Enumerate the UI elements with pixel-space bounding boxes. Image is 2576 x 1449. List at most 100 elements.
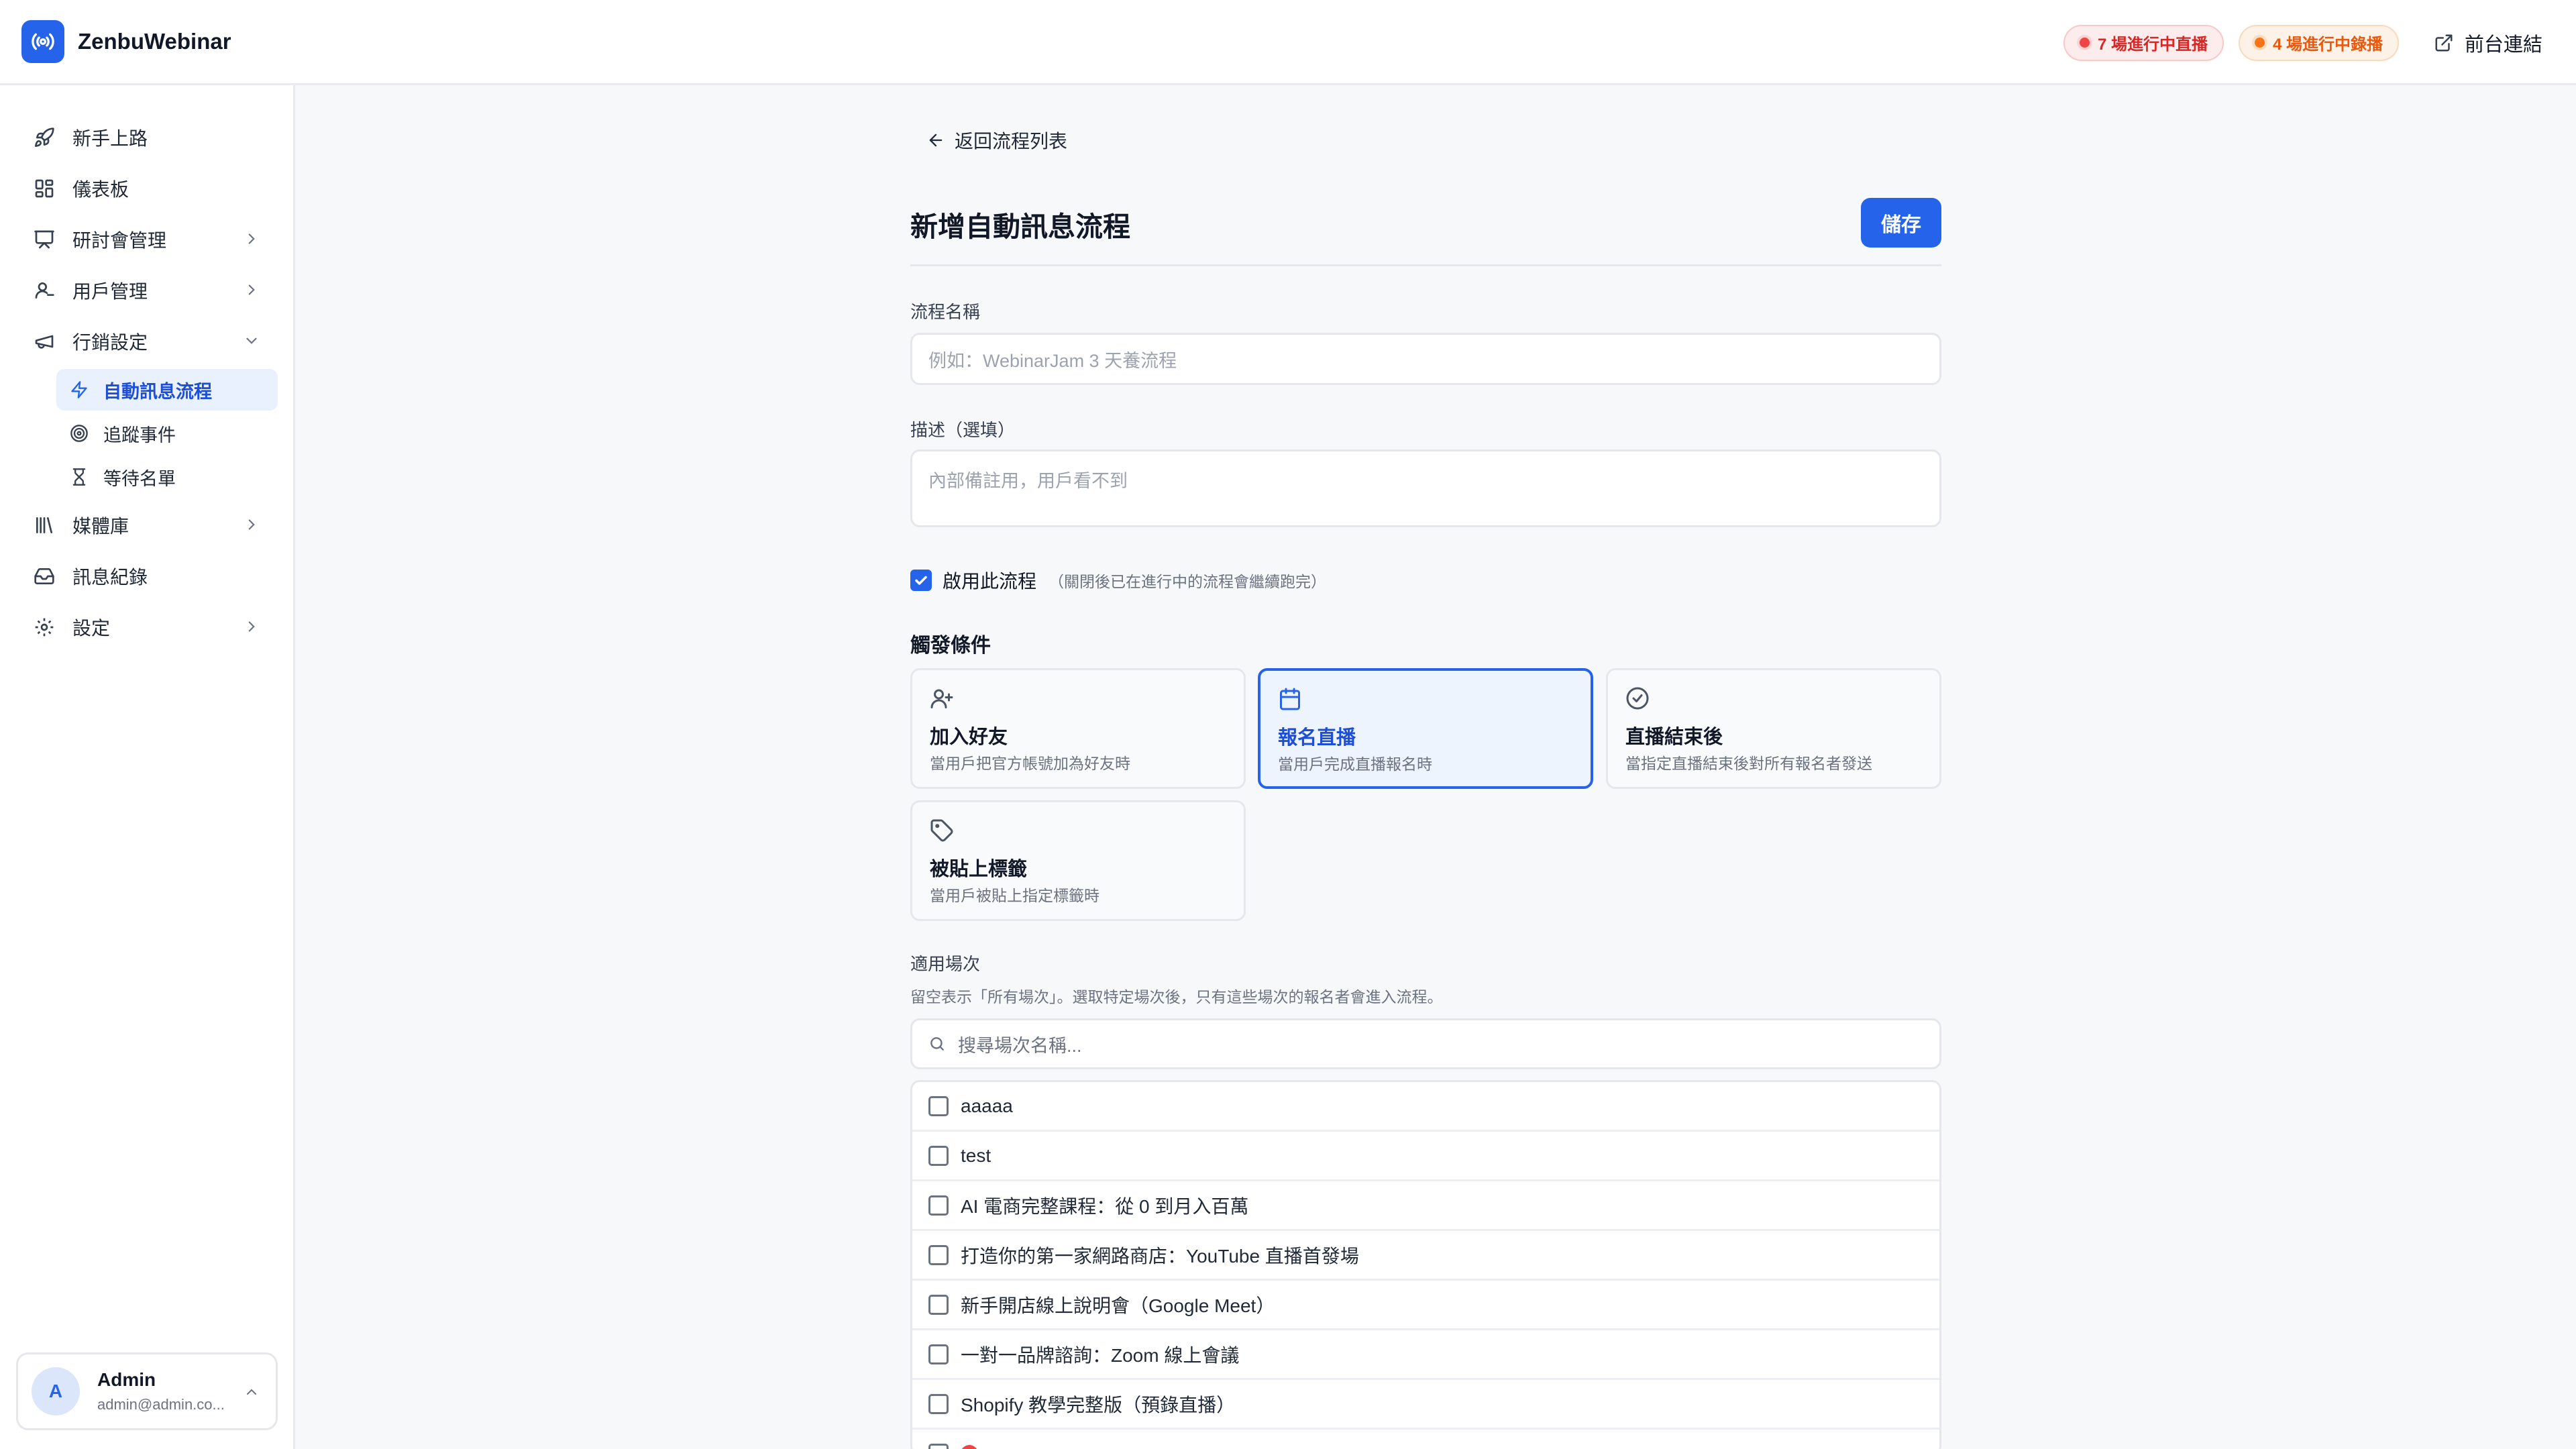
session-checkbox[interactable] — [928, 1344, 949, 1364]
session-row[interactable]: 打造你的第一家網路商店：YouTube 直播首發場 — [912, 1231, 1939, 1281]
trigger-desc: 當指定直播結束後對所有報名者發送 — [1625, 755, 1872, 772]
trigger-title: 加入好友 — [930, 727, 1008, 748]
sidebar-item-label: 等待名單 — [103, 468, 176, 489]
sidebar-item-tracking[interactable]: 追蹤事件 — [56, 413, 278, 454]
app-name: ZenbuWebinar — [78, 29, 231, 54]
user-menu[interactable]: A Admin admin@admin.co... — [16, 1352, 278, 1430]
description-label: 描述（選填） — [910, 420, 1016, 440]
trigger-card-after-live[interactable]: 直播結束後 當指定直播結束後對所有報名者發送 — [1606, 668, 1941, 789]
session-list: aaaaa test AI 電商完整課程：從 0 到月入百萬 打造你的第一家網路… — [910, 1080, 1941, 1449]
user-plus-icon — [930, 689, 953, 708]
avatar: A — [32, 1367, 80, 1415]
recording-dot-icon — [2254, 38, 2265, 48]
sidebar-item-label: 媒體庫 — [72, 516, 129, 537]
session-search-input[interactable]: 搜尋場次名稱... — [910, 1018, 1941, 1069]
layout-grid-icon — [32, 176, 56, 201]
hourglass-icon — [68, 466, 90, 488]
users-icon — [32, 278, 56, 303]
sidebar-item-label: 儀表板 — [72, 179, 129, 200]
flow-name-label: 流程名稱 — [910, 302, 981, 322]
session-name: 打造你的第一家網路商店：YouTube 直播首發場 — [961, 1245, 1359, 1267]
chevron-right-icon — [248, 519, 255, 530]
front-link-label: 前台連結 — [2464, 34, 2542, 56]
back-link-label: 返回流程列表 — [955, 131, 1068, 152]
back-link[interactable]: 返回流程列表 — [926, 127, 1067, 154]
sidebar-item-waitlist[interactable]: 等待名單 — [56, 456, 278, 498]
sidebar-item-label: 用戶管理 — [72, 281, 148, 302]
enable-flow-label[interactable]: 啟用此流程 — [943, 567, 1036, 594]
session-name: AI 電商完整課程：從 0 到月入百萬 — [961, 1195, 1249, 1217]
sidebar-item-media[interactable]: 媒體庫 — [0, 500, 295, 551]
session-checkbox[interactable] — [928, 1145, 949, 1166]
zap-icon — [68, 379, 90, 400]
sidebar-item-label: 訊息紀錄 — [72, 567, 148, 588]
session-row[interactable]: AI 電商完整課程：從 0 到月入百萬 — [912, 1181, 1939, 1231]
recording-status-badge[interactable]: 4 場進行中錄播 — [2238, 24, 2399, 61]
library-icon — [32, 513, 56, 537]
sidebar-item-label: 設定 — [72, 618, 111, 639]
sidebar-item-webinars[interactable]: 研討會管理 — [0, 214, 295, 265]
sidebar-nav: 新手上路 儀表板 研討會管理 用戶管理 行銷設定 自動訊息流程 追蹤事件 等待名… — [0, 112, 295, 653]
trigger-card-tagged[interactable]: 被貼上標籤 當用戶被貼上指定標籤時 — [910, 800, 1246, 921]
sidebar-item-messages[interactable]: 訊息紀錄 — [0, 551, 295, 602]
sidebar-item-marketing[interactable]: 行銷設定 — [0, 316, 295, 367]
page-title: 新增自動訊息流程 — [910, 211, 1130, 242]
session-name: aaaaa — [961, 1095, 1013, 1116]
divider — [910, 264, 1941, 266]
chevron-right-icon — [248, 233, 255, 244]
gear-icon — [32, 615, 56, 639]
megaphone-icon — [32, 329, 56, 354]
session-row[interactable]: 新手開店線上說明會（Google Meet） — [912, 1281, 1939, 1330]
user-name: Admin — [97, 1369, 156, 1390]
sidebar-item-label: 行銷設定 — [72, 332, 148, 353]
sidebar-item-label: 追蹤事件 — [103, 425, 176, 445]
session-name: 一對一品牌諮詢：Zoom 線上會議 — [961, 1344, 1240, 1366]
trigger-title: 直播結束後 — [1625, 727, 1723, 748]
trigger-card-add-friend[interactable]: 加入好友 當用戶把官方帳號加為好友時 — [910, 668, 1246, 789]
sidebar: 新手上路 儀表板 研討會管理 用戶管理 行銷設定 自動訊息流程 追蹤事件 等待名… — [0, 85, 295, 1449]
sidebar-item-dashboard[interactable]: 儀表板 — [0, 163, 295, 214]
session-name: test — [961, 1144, 991, 1166]
enable-flow-checkbox[interactable] — [910, 570, 932, 591]
session-row[interactable] — [912, 1430, 1939, 1449]
chevron-up-icon — [247, 1389, 256, 1395]
description-placeholder: 內部備註用，用戶看不到 — [928, 471, 1128, 491]
session-name: 新手開店線上說明會（Google Meet） — [961, 1295, 1275, 1316]
session-checkbox[interactable] — [928, 1244, 949, 1265]
session-row[interactable]: Shopify 教學完整版（預錄直播） — [912, 1380, 1939, 1430]
session-checkbox[interactable] — [928, 1443, 949, 1449]
session-checkbox[interactable] — [928, 1393, 949, 1414]
sidebar-item-users[interactable]: 用戶管理 — [0, 265, 295, 316]
sidebar-item-label: 自動訊息流程 — [103, 381, 212, 402]
brand[interactable]: ZenbuWebinar — [21, 20, 231, 63]
user-email: admin@admin.co... — [97, 1396, 225, 1413]
enable-flow-note: （關閉後已在進行中的流程會繼續跑完） — [1049, 573, 1327, 590]
check-circle-icon — [1626, 687, 1649, 710]
enable-flow-row: 啟用此流程 （關閉後已在進行中的流程會繼續跑完） — [910, 567, 1326, 594]
save-button[interactable]: 儲存 — [1861, 198, 1941, 248]
inbox-icon — [32, 564, 56, 588]
sidebar-item-auto-flow[interactable]: 自動訊息流程 — [56, 369, 278, 411]
trigger-desc: 當用戶被貼上指定標籤時 — [930, 887, 1099, 904]
front-link[interactable]: 前台連結 — [2434, 29, 2542, 57]
check-icon — [915, 576, 927, 585]
session-row[interactable]: aaaaa — [912, 1082, 1939, 1132]
trigger-card-register-live[interactable]: 報名直播 當用戶完成直播報名時 — [1258, 668, 1593, 789]
sessions-label: 適用場次 — [910, 954, 981, 974]
trigger-title: 報名直播 — [1278, 727, 1356, 749]
chevron-right-icon — [248, 284, 255, 295]
session-checkbox[interactable] — [928, 1294, 949, 1315]
session-checkbox[interactable] — [928, 1095, 949, 1116]
session-row[interactable]: 一對一品牌諮詢：Zoom 線上會議 — [912, 1330, 1939, 1380]
session-checkbox[interactable] — [928, 1195, 949, 1216]
sidebar-item-onboarding[interactable]: 新手上路 — [0, 112, 295, 163]
sidebar-item-settings[interactable]: 設定 — [0, 602, 295, 653]
search-icon — [930, 1037, 944, 1051]
live-dot-icon — [961, 1444, 978, 1449]
description-textarea[interactable]: 內部備註用，用戶看不到 — [910, 449, 1941, 527]
live-badge-label: 7 場進行中直播 — [2097, 36, 2208, 54]
target-icon — [68, 423, 90, 444]
session-row[interactable]: test — [912, 1132, 1939, 1181]
flow-name-input[interactable]: 例如：WebinarJam 3 天養流程 — [910, 333, 1941, 385]
live-status-badge[interactable]: 7 場進行中直播 — [2063, 24, 2224, 61]
